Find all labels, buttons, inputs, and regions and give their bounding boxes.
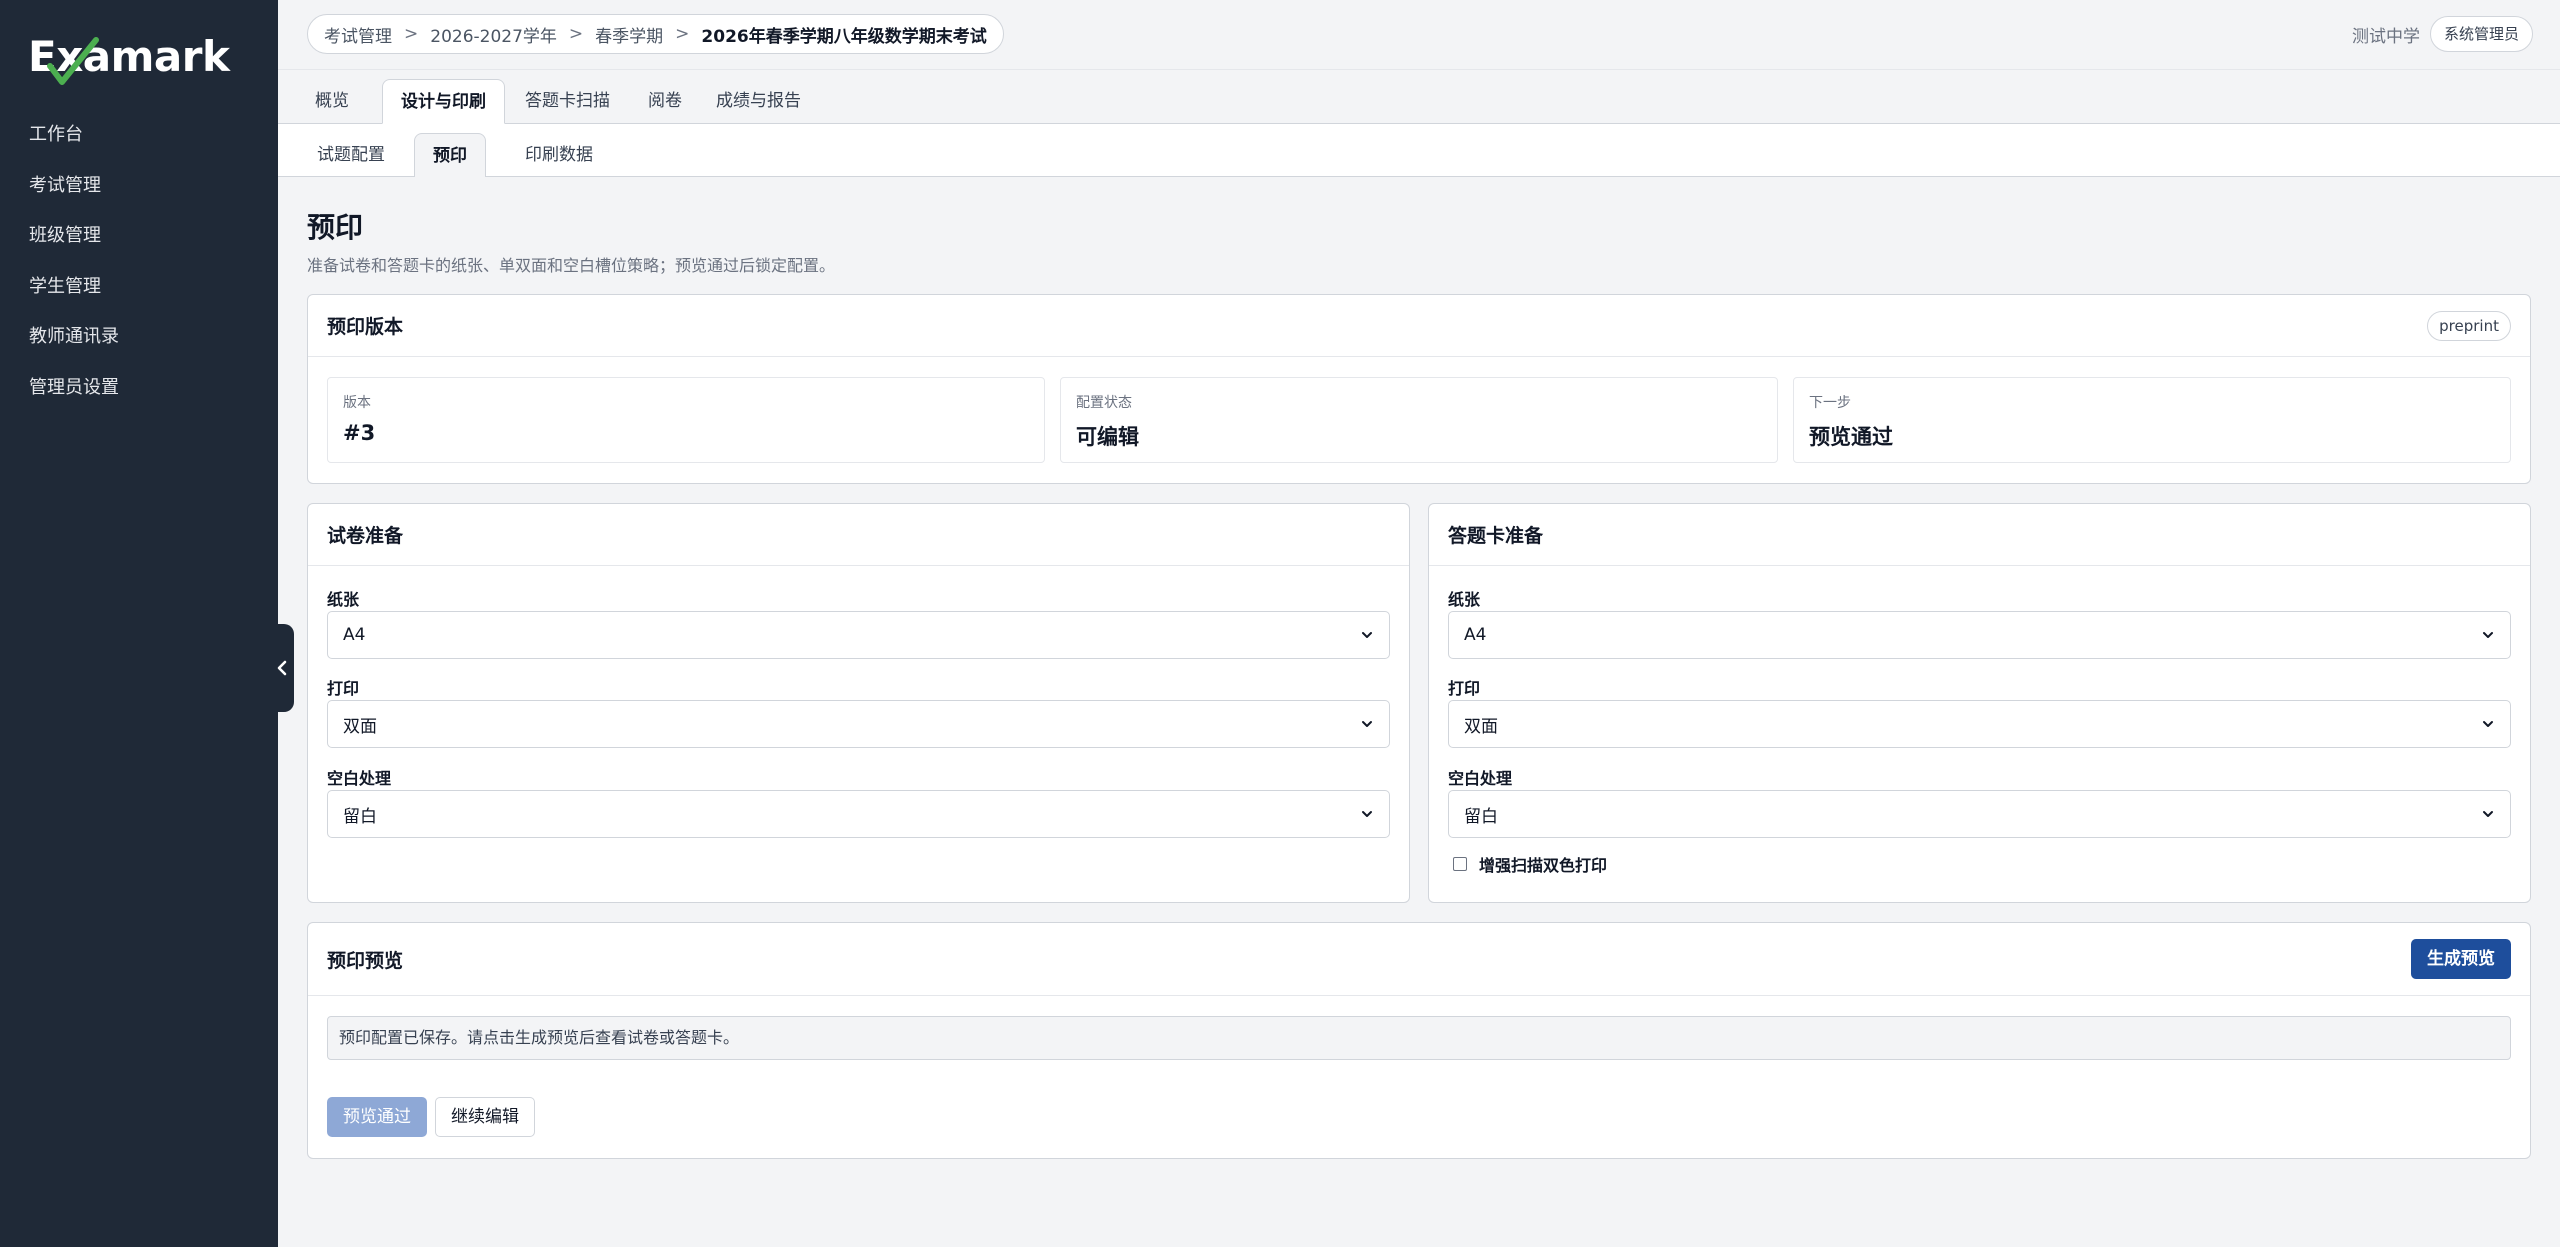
sidebar: Examark 工作台 考试管理 班级管理 学生管理 教师通讯录 管理员设置	[0, 0, 278, 1247]
generate-preview-button[interactable]: 生成预览	[2411, 939, 2511, 979]
sidebar-nav: 工作台 考试管理 班级管理 学生管理 教师通讯录 管理员设置	[0, 110, 278, 413]
chevron-down-icon	[2483, 721, 2493, 727]
chevron-down-icon	[1362, 721, 1372, 727]
sidebar-item-student-management[interactable]: 学生管理	[0, 262, 278, 313]
chevron-down-icon	[2483, 632, 2493, 638]
primary-tabs: 概览 设计与印刷 答题卡扫描 阅卷 成绩与报告	[278, 70, 2560, 124]
sheet-blank-handling-select[interactable]: 留白	[1448, 790, 2511, 838]
role-badge[interactable]: 系统管理员	[2429, 16, 2533, 52]
select-value: 留白	[1464, 806, 1498, 827]
preprint-version-card: 预印版本 preprint 版本 #3 配置状态 可编辑 下一步 预览通过	[307, 294, 2531, 484]
top-bar: 考试管理 > 2026-2027学年 > 春季学期 > 2026年春季学期八年级…	[278, 0, 2560, 70]
check-mark-icon	[47, 37, 99, 85]
select-value: 留白	[343, 806, 377, 827]
print-mode-label: 打印	[1448, 679, 1481, 698]
tab-scores-reports[interactable]: 成绩与报告	[698, 79, 819, 124]
sidebar-item-exam-management[interactable]: 考试管理	[0, 161, 278, 212]
card-title: 试卷准备	[327, 525, 404, 547]
approve-preview-button[interactable]: 预览通过	[327, 1097, 427, 1137]
sidebar-item-admin-settings[interactable]: 管理员设置	[0, 363, 278, 414]
user-area: 测试中学 系统管理员	[2352, 16, 2533, 52]
sidebar-collapse-button[interactable]	[270, 624, 294, 712]
paper-size-label: 纸张	[327, 590, 360, 609]
dual-color-print-option: 增强扫描双色打印	[1453, 852, 1607, 876]
select-value: A4	[1464, 625, 1487, 645]
page-title: 预印	[307, 211, 364, 244]
card-title: 答题卡准备	[1448, 525, 1544, 547]
sidebar-item-class-management[interactable]: 班级管理	[0, 211, 278, 262]
dual-color-print-checkbox[interactable]	[1453, 857, 1467, 871]
examark-logo[interactable]: Examark	[28, 28, 230, 85]
secondary-tabs: 试题配置 预印 印刷数据	[278, 124, 2560, 177]
stat-label: 配置状态	[1076, 395, 1132, 411]
card-title: 预印预览	[327, 949, 404, 972]
paper-size-select[interactable]: A4	[327, 611, 1390, 659]
tab-design-print[interactable]: 设计与印刷	[382, 79, 505, 124]
school-name: 测试中学	[2351, 26, 2420, 47]
tab-grading[interactable]: 阅卷	[630, 79, 700, 124]
breadcrumb-separator: >	[675, 24, 690, 44]
subtab-print-data[interactable]: 印刷数据	[507, 133, 611, 177]
card-header: 试卷准备	[308, 504, 1409, 566]
blank-handling-select[interactable]: 留白	[327, 790, 1390, 838]
preview-notice: 预印配置已保存。请点击生成预览后查看试卷或答题卡。	[327, 1016, 2511, 1060]
breadcrumb-item-exams[interactable]: 考试管理	[324, 22, 392, 47]
subtab-question-config[interactable]: 试题配置	[299, 133, 403, 177]
card-title: 预印版本	[327, 316, 404, 338]
chevron-left-icon	[277, 660, 287, 676]
sidebar-item-workbench[interactable]: 工作台	[0, 110, 278, 161]
chevron-down-icon	[1362, 632, 1372, 638]
card-header: 预印版本 preprint	[308, 295, 2530, 357]
paper-size-label: 纸张	[1448, 590, 1481, 609]
sheet-paper-size-select[interactable]: A4	[1448, 611, 2511, 659]
sheet-print-mode-select[interactable]: 双面	[1448, 700, 2511, 748]
preprint-preview-card: 预印预览 生成预览 预印配置已保存。请点击生成预览后查看试卷或答题卡。 预览通过…	[307, 922, 2531, 1159]
breadcrumb-separator: >	[404, 24, 419, 44]
select-value: 双面	[1464, 716, 1498, 737]
card-header: 答题卡准备	[1429, 504, 2530, 566]
print-mode-select[interactable]: 双面	[327, 700, 1390, 748]
print-mode-label: 打印	[327, 679, 360, 698]
breadcrumb-item-year[interactable]: 2026-2027学年	[430, 22, 557, 47]
stat-version: 版本 #3	[327, 377, 1045, 463]
answer-sheet-prep-card: 答题卡准备 纸张 A4 打印 双面 空白处理 留白 增强扫描双色打印	[1428, 503, 2531, 903]
preprint-tag: preprint	[2427, 310, 2511, 341]
tab-overview[interactable]: 概览	[297, 79, 367, 124]
page-description: 准备试卷和答题卡的纸张、单双面和空白槽位策略；预览通过后锁定配置。	[307, 256, 836, 275]
blank-handling-label: 空白处理	[1448, 769, 1513, 788]
paper-prep-card: 试卷准备 纸张 A4 打印 双面 空白处理 留白	[307, 503, 1410, 903]
stat-value: #3	[343, 421, 376, 445]
stat-label: 版本	[343, 395, 371, 411]
sidebar-item-teacher-directory[interactable]: 教师通讯录	[0, 312, 278, 363]
card-header: 预印预览 生成预览	[308, 923, 2530, 996]
breadcrumb-separator: >	[568, 24, 584, 44]
stat-config-status: 配置状态 可编辑	[1060, 377, 1778, 463]
continue-editing-button[interactable]: 继续编辑	[435, 1097, 535, 1137]
stat-value: 预览通过	[1809, 425, 1893, 449]
chevron-down-icon	[2483, 811, 2493, 817]
stat-value: 可编辑	[1076, 425, 1139, 449]
stat-label: 下一步	[1809, 395, 1851, 411]
select-value: A4	[343, 625, 366, 645]
blank-handling-label: 空白处理	[327, 769, 392, 788]
breadcrumb: 考试管理 > 2026-2027学年 > 春季学期 > 2026年春季学期八年级…	[307, 14, 1004, 54]
chevron-down-icon	[1362, 811, 1372, 817]
subtab-preprint[interactable]: 预印	[414, 133, 486, 177]
breadcrumb-item-current: 2026年春季学期八年级数学期末考试	[701, 26, 987, 47]
stat-next-step: 下一步 预览通过	[1793, 377, 2511, 463]
breadcrumb-item-term[interactable]: 春季学期	[595, 22, 663, 47]
select-value: 双面	[343, 716, 377, 737]
dual-color-print-label[interactable]: 增强扫描双色打印	[1479, 852, 1607, 876]
tab-answer-sheet-scan[interactable]: 答题卡扫描	[507, 79, 628, 124]
